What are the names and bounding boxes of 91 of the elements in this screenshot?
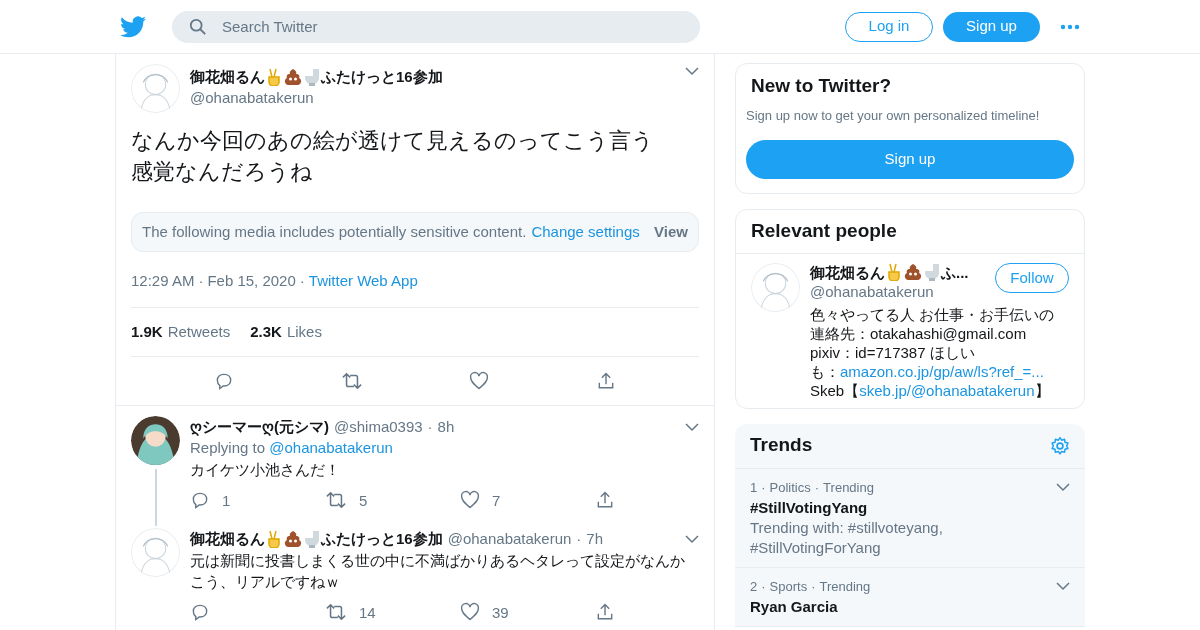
- action-count: 1: [222, 490, 231, 511]
- tweet-time: 12:29 AM: [131, 270, 195, 291]
- separator-dot: ·: [761, 577, 766, 595]
- action-count: 7: [492, 490, 501, 511]
- user-handle[interactable]: @ohanabatakerun: [447, 528, 572, 549]
- reply-text: 元は新聞に投書しまくる世の中に不満ばかりあるヘタレって設定がなんか こう、リアルですねｗ: [190, 551, 686, 592]
- poop-icon: [284, 529, 302, 548]
- trend-item[interactable]: 2 · Sports · Trending Ryan Garcia: [735, 567, 1085, 627]
- separator-dot: ·: [427, 417, 433, 437]
- retweet-icon[interactable]: [340, 371, 363, 391]
- trend-rank: 1: [750, 478, 758, 496]
- search-icon: [189, 17, 207, 36]
- retweet-icon[interactable]: [325, 490, 347, 510]
- chevron-down-icon[interactable]: [1056, 581, 1070, 591]
- reply-icon[interactable]: [190, 602, 210, 622]
- bird-logo[interactable]: [120, 15, 146, 38]
- reply-text: カイケツ小池さんだ！: [190, 460, 341, 480]
- card-title: New to Twitter?: [750, 74, 893, 98]
- retweet-count: 1.9K: [131, 321, 163, 342]
- settings-icon[interactable]: [1050, 435, 1070, 456]
- tweet-text: なんか今回のあの絵が透けて見えるのってこう言う 感覚なんだろうね: [131, 127, 655, 186]
- user-name[interactable]: 御花畑るん: [190, 66, 265, 89]
- user-name-suffix[interactable]: ふ...: [941, 262, 969, 282]
- avatar[interactable]: [131, 416, 180, 465]
- card-title: Relevant people: [736, 209, 1084, 254]
- trend-name: #StillVotingYang: [750, 497, 869, 518]
- action-count: 5: [359, 490, 368, 511]
- card-text: Sign up now to get your own personalized timeline!: [746, 107, 1041, 125]
- user-name[interactable]: 御花畑るん: [190, 528, 265, 549]
- reply-icon[interactable]: [190, 490, 210, 510]
- separator-dot: ·: [811, 577, 816, 595]
- user-handle[interactable]: @shima0393: [334, 416, 423, 437]
- tweet-age[interactable]: 7h: [586, 528, 604, 549]
- user-name-suffix[interactable]: ふたけっと16参加: [321, 528, 443, 549]
- peace-hand-icon: [266, 68, 282, 87]
- source-link[interactable]: Twitter Web App: [308, 269, 418, 293]
- more-icon[interactable]: [1060, 23, 1080, 30]
- user-bio: 色々やってる人 お仕事・お手伝いの 連絡先：otakahashi@gmail.com pixiv：id=717387 ほしい も：amazon.co.jp/gp/aw/ls?ref_=... Skeb【skeb.jp/@ohanabatakerun】: [810, 304, 1056, 400]
- retweet-icon[interactable]: [325, 602, 347, 622]
- share-icon[interactable]: [595, 490, 615, 510]
- separator-dot: ·: [299, 270, 305, 291]
- poop-icon: [284, 68, 302, 87]
- change-settings-link[interactable]: Change settings: [531, 220, 640, 244]
- signup-button[interactable]: Sign up: [746, 139, 1074, 179]
- likes-label[interactable]: Likes: [286, 320, 322, 344]
- chevron-down-icon[interactable]: [1056, 482, 1070, 492]
- user-name[interactable]: 御花畑るん: [810, 262, 885, 282]
- separator-dot: ·: [576, 529, 582, 549]
- action-count: 14: [359, 602, 376, 623]
- tweet-date: Feb 15, 2020: [207, 270, 296, 291]
- card-title: Trends: [750, 433, 814, 458]
- heart-icon[interactable]: [460, 602, 480, 622]
- separator-dot: ·: [814, 478, 820, 496]
- signup-button[interactable]: Sign up: [943, 11, 1040, 42]
- separator-dot: ·: [198, 270, 204, 291]
- bio-link[interactable]: skeb.jp/@ohanabatakerun: [859, 381, 1035, 399]
- notice-text: The following media includes potentially sensitive content.: [142, 221, 527, 242]
- toilet-icon: [924, 263, 940, 281]
- replying-label: Replying to: [190, 439, 266, 456]
- trend-item[interactable]: 1 · Politics · Trending #StillVotingYang Trending with: #stillvoteyang, #StillVotingForYang: [735, 468, 1085, 568]
- heart-icon[interactable]: [469, 371, 490, 391]
- action-count: 39: [492, 602, 509, 623]
- share-icon[interactable]: [595, 602, 615, 622]
- toilet-icon: [304, 68, 320, 87]
- user-handle[interactable]: @ohanabatakerun: [810, 281, 995, 301]
- trend-name: Ryan Garcia: [750, 596, 839, 617]
- trend-rank: 2: [750, 577, 758, 595]
- user-name-suffix[interactable]: ふたけっと16参加: [321, 66, 443, 89]
- trend-status: Trending: [819, 577, 871, 595]
- heart-icon[interactable]: [460, 490, 480, 510]
- toilet-icon: [304, 529, 320, 548]
- trend-status: Trending: [823, 478, 874, 496]
- peace-hand-icon: [886, 263, 902, 281]
- trend-context: Trending with: #stillvoteyang, #StillVotingForYang: [750, 517, 944, 558]
- like-count: 2.3K: [250, 321, 282, 342]
- tweet-age[interactable]: 8h: [437, 416, 455, 437]
- user-name[interactable]: ღシーマーღ(元シマ): [190, 416, 329, 437]
- trend-category: Sports: [769, 577, 808, 595]
- trend-category: Politics: [769, 478, 811, 496]
- poop-icon: [904, 263, 922, 281]
- view-button[interactable]: View: [654, 220, 688, 244]
- separator-dot: ·: [761, 478, 766, 496]
- chevron-down-icon[interactable]: [685, 421, 699, 432]
- search-field[interactable]: Search Twitter: [172, 10, 700, 43]
- retweets-label[interactable]: Retweets: [167, 320, 231, 344]
- chevron-down-icon[interactable]: [685, 66, 699, 76]
- chevron-down-icon[interactable]: [685, 533, 699, 544]
- mention-link[interactable]: @ohanabatakerun: [269, 439, 393, 456]
- user-handle[interactable]: @ohanabatakerun: [190, 88, 675, 107]
- bio-link[interactable]: amazon.co.jp/gp/aw/ls?ref_=...: [840, 362, 1044, 380]
- peace-hand-icon: [266, 529, 282, 548]
